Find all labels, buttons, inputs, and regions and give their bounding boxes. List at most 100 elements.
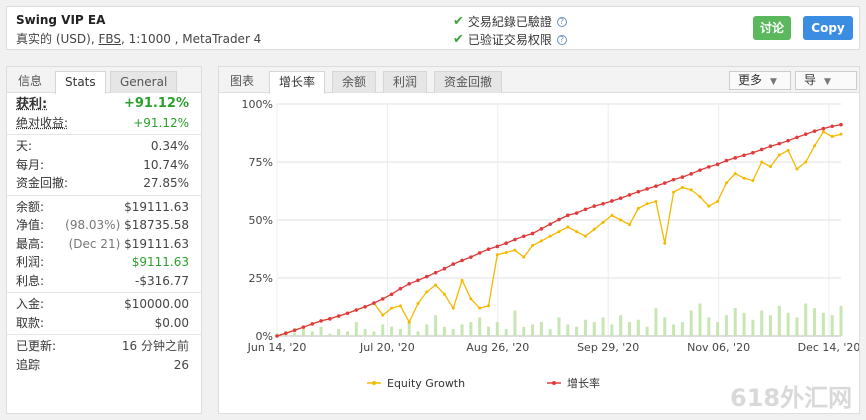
chart-panel: 图表 增长率 余额 利润 资金回撤 更多 ▼ 导 ▼ 0% 25% 50% 75% 100%… [218,66,860,414]
data-point [284,331,288,336]
stat-value: +91.12% [123,96,189,111]
stats-group-balance: 余额: $19111.63 净值: (98.03%) $18735.58 最高:… [7,196,201,293]
data-point [328,317,332,321]
volume-bar [777,305,781,336]
stat-abs-gain: 绝对收益: +91.12% [7,114,201,133]
data-point [469,297,473,301]
data-point [345,311,350,316]
data-point [539,227,544,231]
data-point [398,304,402,308]
volume-bar [760,310,764,336]
y-tick-label: 50% [249,214,273,227]
verified-trading-privilege: ✔ 已验证交易权限 ? [453,31,567,48]
x-tick-label: Dec 14, '20 [798,341,859,354]
data-point [636,189,641,194]
data-point [733,156,738,160]
copy-button[interactable]: Copy [803,16,853,40]
volume-bar [645,326,649,336]
data-point [769,165,772,169]
volume-bar [346,331,349,336]
y-tick-label: 75% [249,156,273,169]
data-point [715,162,720,167]
data-point [689,172,693,176]
data-point [654,184,658,188]
stat-label: 追踪 [16,357,41,372]
help-icon[interactable]: ? [556,34,567,45]
volume-bar [575,326,579,336]
volume-bar [610,324,614,336]
data-point [619,218,623,222]
volume-bar [672,324,676,336]
stat-label: 获利: [16,97,48,112]
data-point [601,220,605,224]
tab-stats[interactable]: Stats [55,71,106,94]
y-tick-label: 25% [249,272,273,285]
tab-info[interactable]: 信息 [9,71,51,93]
volume-bar [381,324,385,336]
volume-bar [442,326,446,336]
tab-profit[interactable]: 利润 [383,71,428,93]
stats-group-funds: 入金: $10000.00 取款: $0.00 [7,293,201,335]
data-point [795,167,799,171]
tab-balance[interactable]: 余额 [332,71,377,93]
x-tick-label: Aug 26, '20 [466,341,529,354]
stat-label: 取款: [16,315,45,330]
stat-value: (98.03%) $18735.58 [65,216,189,235]
data-point [451,306,455,310]
volume-bar [531,324,535,336]
stat-label: 利润: [16,255,45,269]
tab-general[interactable]: General [110,71,178,93]
stat-interest: 利息: -$316.77 [7,272,201,291]
data-point [521,234,526,239]
data-point [381,313,385,317]
volume-bar [830,315,834,336]
volume-bar [628,322,631,336]
volume-bar [319,326,323,336]
stat-updated: 已更新: 16 分钟之前 [7,337,201,356]
data-point [495,244,500,249]
tab-growth[interactable]: 增长率 [269,71,326,94]
data-point [398,286,403,291]
discuss-button[interactable]: 讨论 [753,16,791,40]
data-point [522,255,526,259]
tab-drawdown[interactable]: 资金回撤 [434,71,503,93]
tab-chart[interactable]: 图表 [221,71,263,93]
data-point [504,250,508,254]
data-point [742,176,746,180]
more-dropdown[interactable]: 更多 ▼ [729,71,791,90]
data-point [539,239,543,243]
data-point [460,278,464,282]
data-point [301,325,306,329]
export-dropdown[interactable]: 导 ▼ [795,71,857,90]
data-point [707,204,711,208]
data-point [557,230,561,234]
verified-privilege-label: 已验证交易权限 [467,33,552,47]
data-point [380,297,385,301]
stat-value: 10.74% [143,157,189,172]
stat-value: +91.12% [133,115,189,130]
help-icon[interactable]: ? [556,16,567,27]
volume-bar [769,315,772,336]
data-point [592,227,596,231]
data-point [645,187,649,191]
data-point [433,270,438,275]
volume-bar [680,322,684,336]
broker-link[interactable]: FBS [98,32,121,46]
stats-tabs: 信息 Stats General [7,67,201,94]
data-point [680,186,684,190]
data-point [469,255,473,259]
data-point [460,258,464,263]
stat-amount: $19111.63 [124,236,189,251]
data-point [425,274,429,279]
data-point [830,124,834,129]
data-point [671,177,676,182]
data-point [407,282,411,286]
data-point [363,304,367,309]
check-icon: ✔ [453,14,464,29]
legend-label: Equity Growth [387,377,465,390]
data-point [336,314,341,318]
stat-deposits: 入金: $10000.00 [7,295,201,314]
verified-track-record: ✔ 交易紀錄已驗證 ? [453,13,567,30]
data-point [636,206,640,210]
growth-chart[interactable]: 0%25%50%75%100%Jun 14, '20 Jul 20, '20 Aug… [219,94,859,413]
